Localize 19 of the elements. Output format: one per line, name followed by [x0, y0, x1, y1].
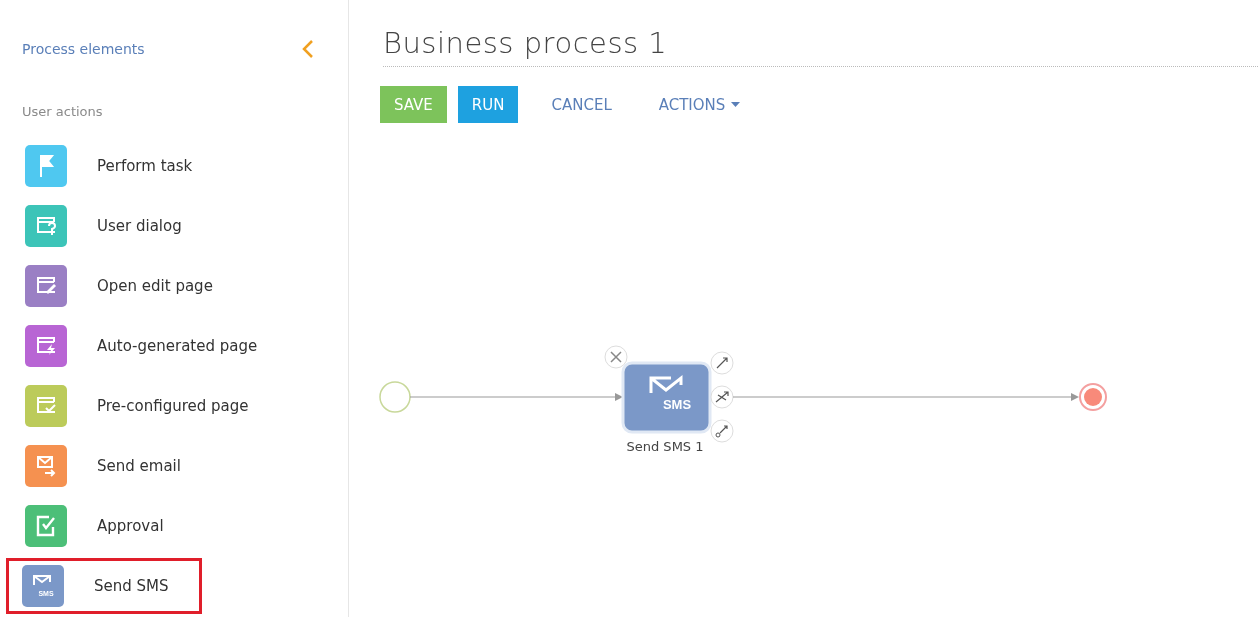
delete-icon[interactable]: [604, 345, 628, 369]
start-event[interactable]: [379, 381, 411, 413]
end-event[interactable]: [1079, 383, 1107, 411]
panel-title: Process elements: [22, 41, 145, 57]
actions-menu-button[interactable]: ACTIONS: [644, 86, 755, 123]
caret-icon: [731, 102, 741, 107]
collapse-icon[interactable]: [302, 39, 314, 59]
sidebar-item[interactable]: Pre-configured page: [8, 378, 308, 434]
node-label: Send SMS 1: [626, 439, 704, 454]
sidebar-item[interactable]: Approval: [8, 498, 308, 554]
process-title[interactable]: Business process 1: [383, 26, 1258, 67]
connector-arrow[interactable]: [409, 393, 623, 401]
section-label: User actions: [21, 103, 104, 121]
sidebar-item[interactable]: User dialog: [8, 198, 308, 254]
sidebar-item[interactable]: Auto-generated page: [8, 318, 308, 374]
sidebar-item[interactable]: Open edit page: [8, 258, 308, 314]
sidebar-item[interactable]: Perform task: [8, 138, 308, 194]
sidebar-item[interactable]: Send email: [8, 438, 308, 494]
cancel-button[interactable]: CANCEL: [537, 86, 626, 123]
